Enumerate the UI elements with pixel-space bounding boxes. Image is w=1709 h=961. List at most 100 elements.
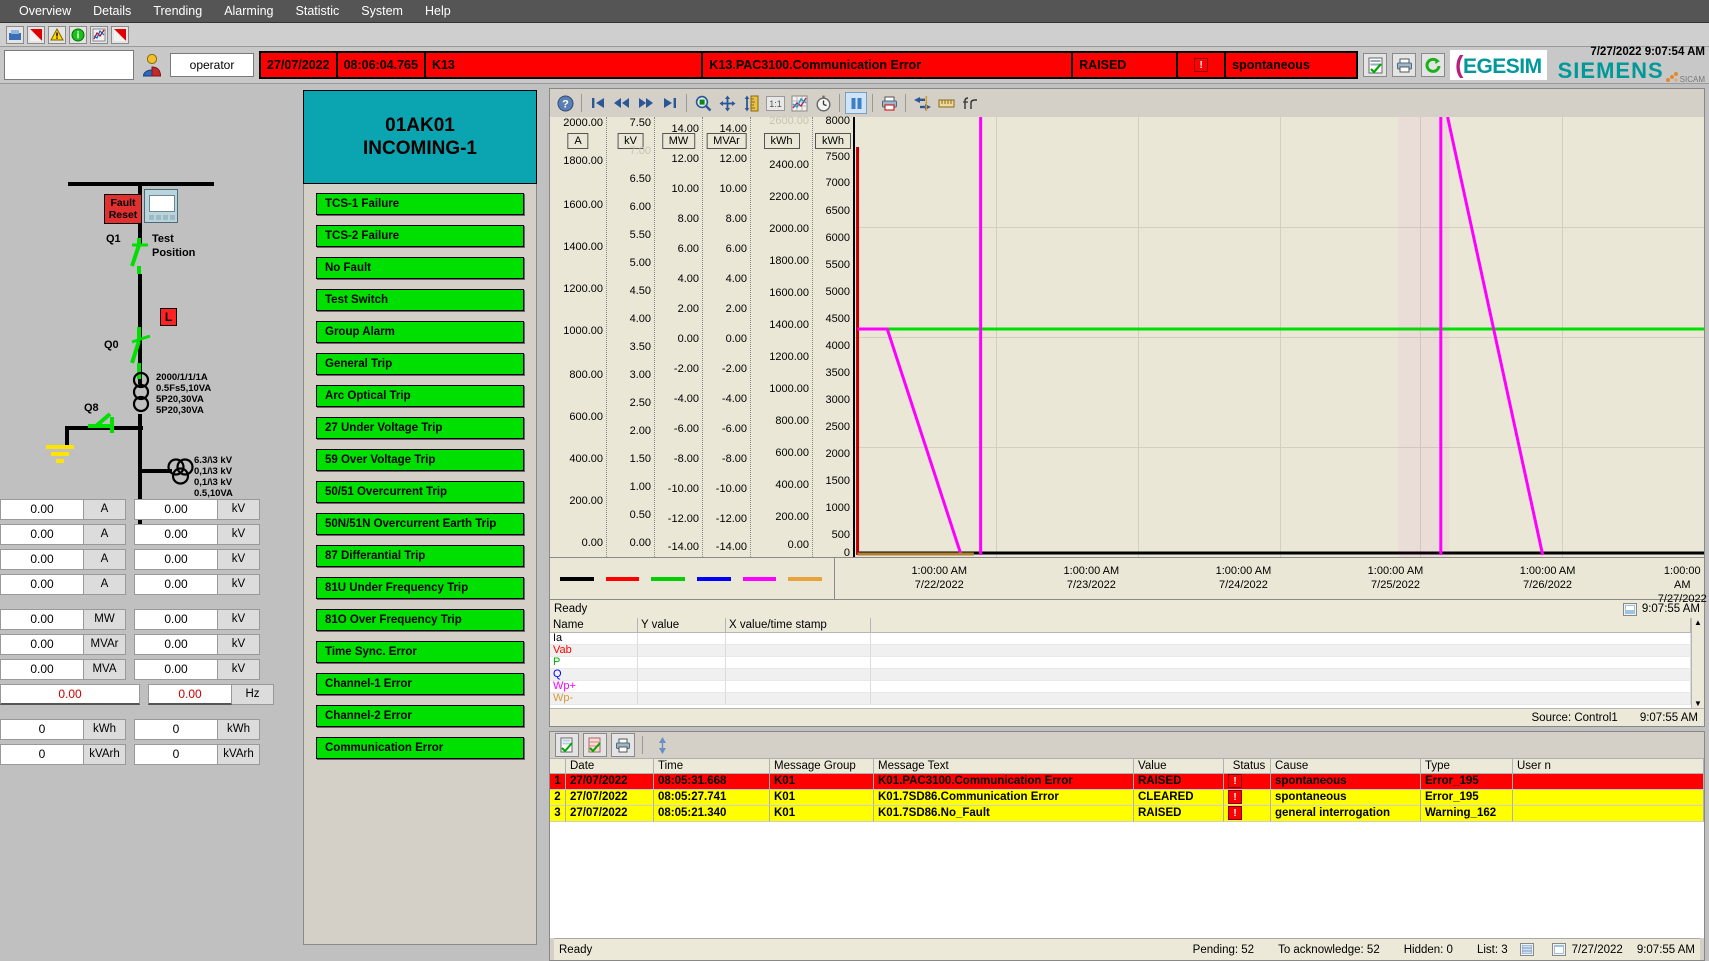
ath-value[interactable]: Value (1134, 759, 1224, 773)
scroll-up-icon[interactable]: ▲ (1694, 618, 1702, 627)
signal-tcs2-failure[interactable]: TCS-2 Failure (316, 225, 524, 247)
menu-item-alarming[interactable]: Alarming (213, 2, 284, 20)
ack-all-icon[interactable] (1363, 53, 1388, 77)
scroll-down-icon[interactable]: ▼ (1694, 699, 1702, 708)
red-flag-icon[interactable] (27, 25, 45, 44)
active-alarm-banner[interactable]: 27/07/2022 08:06:04.765 K13 K13.PAC3100.… (259, 51, 1359, 79)
y-axis-unit-kWh-1[interactable]: kWh (763, 133, 800, 149)
ath-date[interactable]: Date (566, 759, 654, 773)
ack-icon[interactable] (555, 733, 579, 757)
help-icon[interactable]: ? (554, 92, 576, 114)
legend-swatch-p[interactable] (651, 576, 686, 581)
print-icon[interactable] (1392, 53, 1417, 77)
calendar-icon[interactable] (1551, 943, 1566, 956)
ath-status[interactable]: Status (1224, 759, 1271, 773)
menu-item-details[interactable]: Details (82, 2, 142, 20)
pan-icon[interactable] (716, 92, 738, 114)
y-axis-unit-MVAr[interactable]: MVAr (706, 133, 747, 149)
one-to-one-icon[interactable]: 1:1 (764, 92, 786, 114)
first-icon[interactable] (587, 92, 609, 114)
signal-time-sync-error[interactable]: Time Sync. Error (316, 641, 524, 663)
signal-no-fault[interactable]: No Fault (316, 257, 524, 279)
trend-value-table[interactable]: Name Y value X value/time stamp Ia Vab P… (550, 618, 1704, 708)
signal-59-over-voltage[interactable]: 59 Over Voltage Trip (316, 449, 524, 471)
local-remote-badge[interactable]: L (160, 308, 177, 326)
legend-swatch-ia[interactable] (560, 576, 594, 581)
value-row-ia[interactable]: Ia (550, 633, 1691, 645)
menu-item-trending[interactable]: Trending (142, 2, 213, 20)
sort-icon[interactable] (650, 733, 674, 757)
fault-reset-button[interactable]: Fault Reset (104, 194, 142, 224)
alarm-blank-field[interactable] (4, 50, 134, 80)
signal-tcs1-failure[interactable]: TCS-1 Failure (316, 193, 524, 215)
signal-50n51n-earth[interactable]: 50N/51N Overcurrent Earth Trip (316, 513, 524, 535)
pause-icon[interactable] (845, 92, 867, 114)
zoom-icon[interactable] (692, 92, 714, 114)
signal-arc-optical-trip[interactable]: Arc Optical Trip (316, 385, 524, 407)
y-axis-unit-A[interactable]: A (567, 133, 589, 149)
signal-5051-overcurrent[interactable]: 50/51 Overcurrent Trip (316, 481, 524, 503)
value-row-wpp[interactable]: Wp+ (550, 681, 1691, 693)
y-axis-unit-kWh-2[interactable]: kWh (815, 133, 851, 149)
ath-user[interactable]: User n (1513, 759, 1704, 773)
ath-time[interactable]: Time (654, 759, 770, 773)
signal-channel2-error[interactable]: Channel-2 Error (316, 705, 524, 727)
forward-icon[interactable] (635, 92, 657, 114)
refresh-icon[interactable] (1421, 53, 1446, 77)
grid-icon[interactable] (788, 92, 810, 114)
trend-canvas[interactable] (853, 117, 1704, 557)
ack-group-icon[interactable] (583, 733, 607, 757)
legend-swatch-wpp[interactable] (742, 576, 777, 581)
menu-item-system[interactable]: System (350, 2, 414, 20)
swap-axes-icon[interactable] (911, 92, 933, 114)
signal-general-trip[interactable]: General Trip (316, 353, 524, 375)
function-icon[interactable] (959, 92, 981, 114)
ath-text[interactable]: Message Text (874, 759, 1134, 773)
trend-status-icon[interactable] (1622, 602, 1637, 616)
legend-swatch-wpm[interactable] (788, 576, 823, 581)
ath-no[interactable] (550, 759, 566, 773)
alarm-table[interactable]: Date Time Message Group Message Text Val… (550, 758, 1704, 938)
red-flag2-icon[interactable] (111, 25, 129, 44)
last-icon[interactable] (659, 92, 681, 114)
menu-item-overview[interactable]: Overview (8, 2, 82, 20)
signal-communication-error[interactable]: Communication Error (316, 737, 524, 759)
signal-81o-over-frequency[interactable]: 81O Over Frequency Trip (316, 609, 524, 631)
signal-test-switch[interactable]: Test Switch (316, 289, 524, 311)
signal-87-differential[interactable]: 87 Differantial Trip (316, 545, 524, 567)
value-row-p[interactable]: P (550, 657, 1691, 669)
table-row[interactable]: 3 27/07/2022 08:05:21.340 K01 K01.7SD86.… (550, 806, 1704, 822)
value-row-vab[interactable]: Vab (550, 645, 1691, 657)
menu-item-statistic[interactable]: Statistic (285, 2, 351, 20)
signal-group-alarm[interactable]: Group Alarm (316, 321, 524, 343)
ruler-icon[interactable] (935, 92, 957, 114)
table-row[interactable]: 2 27/07/2022 08:05:27.741 K01 K01.7SD86.… (550, 790, 1704, 806)
ath-type[interactable]: Type (1421, 759, 1513, 773)
value-row-q[interactable]: Q (550, 669, 1691, 681)
ath-cause[interactable]: Cause (1271, 759, 1421, 773)
table-row[interactable]: 1 27/07/2022 08:05:31.668 K01 K01.PAC310… (550, 774, 1704, 790)
print-icon[interactable] (611, 733, 635, 757)
legend-swatch-q[interactable] (697, 576, 731, 581)
operator-name-field[interactable]: operator (170, 53, 254, 77)
print-icon[interactable] (878, 92, 900, 114)
q8-earth-switch[interactable] (86, 409, 130, 435)
value-row-wpm[interactable]: Wp- (550, 693, 1691, 705)
list-view-icon[interactable] (1519, 943, 1534, 956)
y-axis-unit-MW[interactable]: MW (661, 133, 696, 149)
chart-icon[interactable] (90, 25, 108, 44)
rewind-icon[interactable] (611, 92, 633, 114)
legend-swatch-vab[interactable] (605, 576, 640, 581)
meter-device-icon[interactable] (144, 189, 178, 223)
signal-81u-under-frequency[interactable]: 81U Under Frequency Trip (316, 577, 524, 599)
menu-item-help[interactable]: Help (414, 2, 462, 20)
signal-27-under-voltage[interactable]: 27 Under Voltage Trip (316, 417, 524, 439)
value-table-scrollbar[interactable]: ▲ ▼ (1691, 618, 1704, 708)
zoom-y-icon[interactable] (740, 92, 762, 114)
network-icon[interactable] (6, 25, 24, 44)
signal-channel1-error[interactable]: Channel-1 Error (316, 673, 524, 695)
ath-group[interactable]: Message Group (770, 759, 874, 773)
warning-triangle-icon[interactable] (48, 25, 66, 44)
info-icon[interactable] (69, 25, 87, 44)
time-icon[interactable] (812, 92, 834, 114)
